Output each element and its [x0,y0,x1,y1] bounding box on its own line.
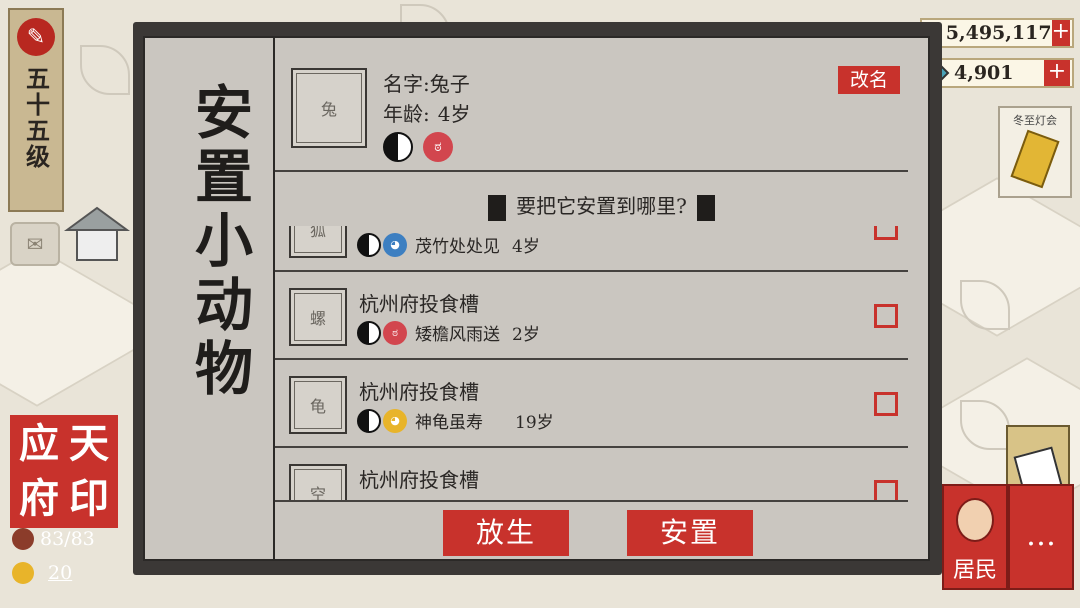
title-column: 安置小动物 [145,38,275,559]
select-checkbox[interactable] [874,392,898,416]
seal-char: 应 [19,420,59,467]
rename-button[interactable]: 改名 [838,66,900,94]
divider [275,170,908,172]
select-checkbox[interactable] [874,304,898,328]
bracket-left-icon [488,194,507,221]
empty-slot-icon: 空 [294,469,342,500]
pet-traits: ಠ [383,132,453,162]
location-row[interactable]: 狐 ◕ 茂竹处处见 4岁 [275,226,908,272]
location-row[interactable]: 螺 杭州府投食槽 ಠ 矮檐风雨送 2岁 [275,274,908,360]
animal-thumb: 螺 [289,288,347,346]
animal-age: 4岁 [512,237,540,257]
brush-emblem-icon: ✎ [17,18,55,56]
dialog-content: 兔 名字:兔子 年龄: 4岁 ಠ 改名 要把它安置到哪里? 狐 ◕ 茂竹处处见 … [275,38,928,559]
location-name: 杭州府投食槽 [359,468,479,492]
select-checkbox[interactable] [874,226,898,240]
place-button[interactable]: 安置 [627,510,753,556]
animal-name: 神龟虽寿 [415,413,483,433]
residents-button[interactable]: 居民 [942,484,1008,590]
age-label: 年龄: [383,102,430,126]
angry-face-trait-icon: ಠ [383,320,407,345]
place-animal-dialog: 安置小动物 兔 名字:兔子 年龄: 4岁 ಠ 改名 要把它安置到哪里? 狐 ◕ … [133,22,942,575]
location-name: 杭州府投食槽 [359,380,479,404]
animal-thumb: 空 [289,464,347,500]
animal-age: 2岁 [512,325,540,345]
city-seal-button[interactable]: 应 天 府 印 [10,415,118,528]
pet-portrait: 兔 [291,68,367,148]
seal-char: 天 [69,420,109,467]
row-divider [275,270,908,272]
angry-face-trait-icon: ಠ [423,132,453,162]
pet-name-line: 名字:兔子 [383,68,470,97]
resident-portrait-icon [956,498,994,542]
row-divider [275,358,908,360]
happy-face-trait-icon: ◕ [383,408,407,433]
animal-thumb: 狐 [289,226,347,258]
population-stat: 83/83 [12,528,95,550]
resident-icon [12,528,34,550]
animal-info: ◕ 神龟虽寿 19岁 [357,408,554,433]
chat-button[interactable]: ✉ [10,222,60,266]
location-name: 杭州府投食槽 [359,292,479,316]
placement-question: 要把它安置到哪里? [275,190,928,221]
ellipsis-icon: … [1026,518,1056,553]
population-value: 83/83 [40,528,95,550]
animal-name: 茂竹处处见 [415,237,500,257]
rabbit-icon: 兔 [296,73,362,143]
gem-counter: 4,901 + [920,58,1074,88]
coin-value: 5,495,117 [945,22,1052,44]
calm-face-trait-icon: ◕ [383,232,407,257]
pavilion-building-icon [63,206,131,261]
location-row[interactable]: 空 杭州府投食槽 [275,450,908,500]
fox-icon: 狐 [294,226,342,253]
yinyang-trait-icon [383,132,413,162]
seal-char: 府 [19,474,59,522]
turtle-icon: 龟 [294,381,342,429]
coin-counter: 5,495,117 + [920,18,1074,48]
animal-info: ಠ 矮檐风雨送 2岁 [357,320,540,345]
yinyang-trait-icon [357,408,381,433]
yinyang-trait-icon [357,232,381,257]
player-level-badge[interactable]: ✎ 五十五级 [8,8,64,212]
animal-name: 矮檐风雨送 [415,325,500,345]
more-menu-button[interactable]: … [1008,484,1074,590]
pet-age-line: 年龄: 4岁 [383,98,470,127]
location-row[interactable]: 龟 杭州府投食槽 ◕ 神龟虽寿 19岁 [275,362,908,448]
citizens-stat: 20 [12,562,72,584]
row-divider [275,446,908,448]
bracket-right-icon [696,194,715,221]
pet-age: 4岁 [437,102,471,126]
animal-thumb: 龟 [289,376,347,434]
festival-event-button[interactable]: 冬至灯会 [998,106,1072,198]
question-text: 要把它安置到哪里? [516,194,687,218]
animal-info: ◕ 茂竹处处见 4岁 [357,232,540,257]
yinyang-trait-icon [357,320,381,345]
festival-label: 冬至灯会 [1013,114,1057,127]
level-label: 五十五级 [21,66,51,170]
release-button[interactable]: 放生 [443,510,569,556]
citizens-value: 20 [48,562,73,584]
divider [275,500,908,502]
pet-name: 兔子 [429,72,470,96]
add-coins-button[interactable]: + [1051,20,1070,46]
snail-icon: 螺 [294,293,342,341]
residents-label: 居民 [952,558,997,583]
select-checkbox[interactable] [874,480,898,500]
chat-bubble-icon: ✉ [26,232,44,256]
seal-char: 印 [69,474,109,522]
happy-face-icon [12,562,34,584]
name-label: 名字: [383,72,430,96]
dialog-title: 安置小动物 [185,82,253,402]
scroll-icon [1010,129,1060,189]
add-gems-button[interactable]: + [1044,60,1070,86]
dialog-panel: 安置小动物 兔 名字:兔子 年龄: 4岁 ಠ 改名 要把它安置到哪里? 狐 ◕ … [143,36,930,561]
leaf-icon [80,45,130,95]
gem-value: 4,901 [954,62,1014,84]
animal-age: 19岁 [515,413,554,433]
location-list[interactable]: 狐 ◕ 茂竹处处见 4岁 螺 杭州府投食槽 ಠ 矮檐风雨送 2岁 龟 杭州府投食… [275,226,908,500]
